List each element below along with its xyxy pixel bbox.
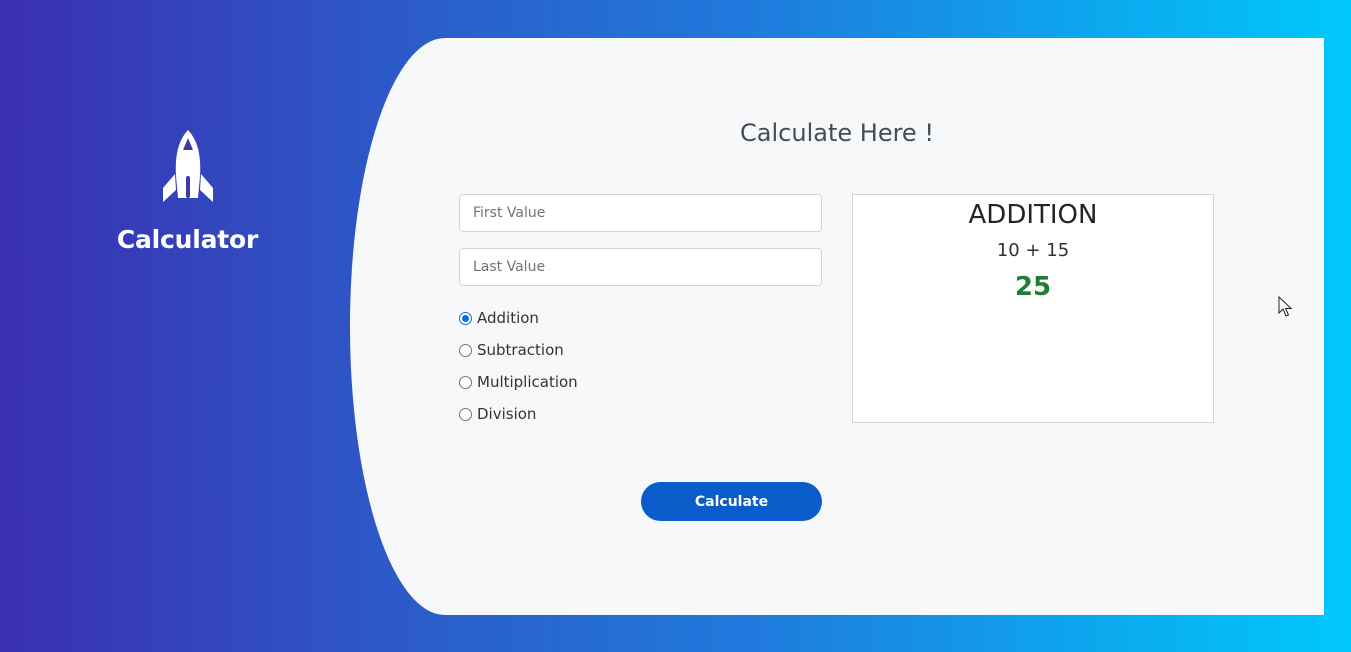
result-expression: 10 + 15	[996, 240, 1070, 261]
page-title: Calculate Here !	[740, 119, 934, 147]
app-title: Calculator	[116, 225, 259, 254]
operation-division[interactable]: Division	[459, 398, 578, 430]
multiplication-radio[interactable]	[459, 375, 472, 389]
operation-addition[interactable]: Addition	[459, 302, 578, 334]
calculate-button[interactable]: Calculate	[641, 482, 822, 521]
result-operation: ADDITION	[968, 200, 1098, 230]
addition-radio[interactable]	[459, 311, 472, 325]
multiplication-label[interactable]: Multiplication	[477, 373, 578, 391]
rocket-icon	[163, 130, 213, 202]
result-value: 25	[1014, 272, 1052, 302]
subtraction-label[interactable]: Subtraction	[477, 341, 564, 359]
first-value-input[interactable]	[459, 194, 822, 232]
operation-radio-group: Addition Subtraction Multiplication Divi…	[459, 302, 578, 430]
last-value-input[interactable]	[459, 248, 822, 286]
operation-subtraction[interactable]: Subtraction	[459, 334, 578, 366]
addition-label[interactable]: Addition	[477, 309, 539, 327]
operation-multiplication[interactable]: Multiplication	[459, 366, 578, 398]
division-radio[interactable]	[459, 407, 472, 421]
calculator-panel: Calculate Here ! Addition Subtraction Mu…	[350, 38, 1324, 615]
mouse-cursor-icon	[1278, 296, 1292, 317]
subtraction-radio[interactable]	[459, 343, 472, 357]
division-label[interactable]: Division	[477, 405, 536, 423]
sidebar: Calculator	[0, 0, 375, 652]
result-box: ADDITION 10 + 15 25	[852, 194, 1214, 423]
